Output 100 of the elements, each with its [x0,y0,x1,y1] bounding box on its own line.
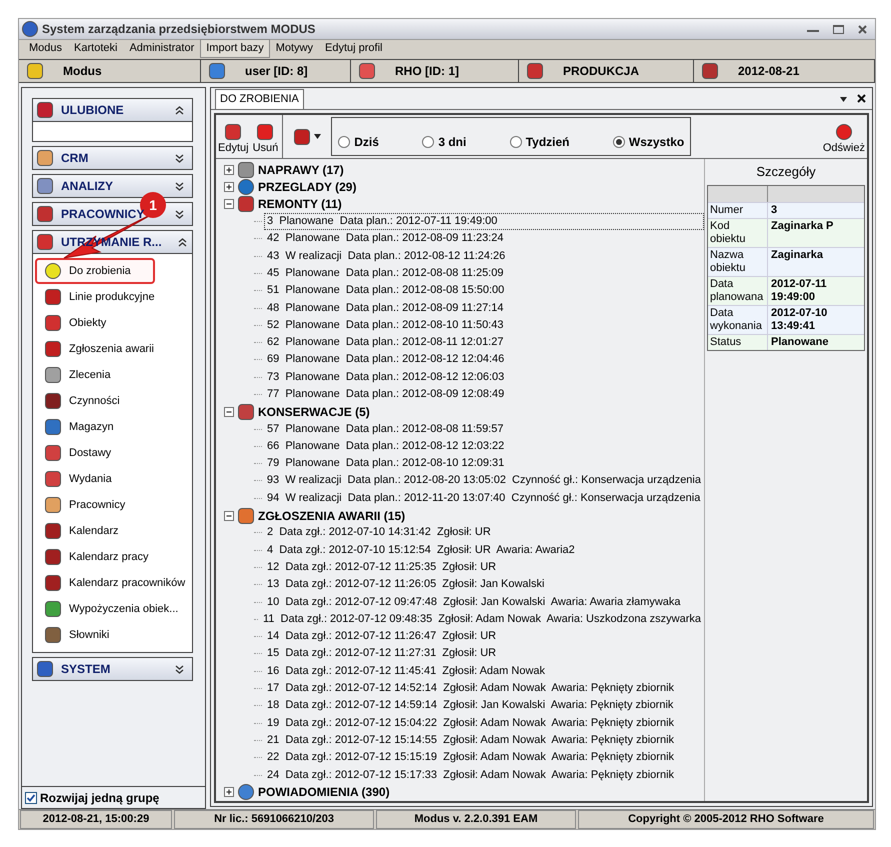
tree-item[interactable]: 19 Data zgł.: 2012-07-12 15:04:22 Zgłosił: Adam Nowak Awaria: Pęknięty zbiornik [264,714,678,732]
expand-icon[interactable] [175,210,184,218]
sidebar-item[interactable]: Magazyn [35,414,190,440]
tree-group[interactable]: PRZEGLADY (29) [258,178,356,196]
sidebar-item[interactable]: Wydania [35,466,190,492]
tree-group[interactable]: NAPRAWY (17) [258,160,344,179]
checkbox[interactable] [25,792,37,804]
sidebar-item[interactable]: Słowniki [35,622,190,648]
tree-item[interactable]: 93 W realizacji Data plan.: 2012-08-20 13:05:02 Czynność gł.: Konserwacja urządzenia [264,472,704,490]
window-title: System zarządzania przedsiębiorstwem MODUS [42,21,316,38]
collapse-toggle[interactable] [224,199,234,210]
delete-button[interactable]: Usuń [250,115,280,158]
status-field: Nr lic.: 5691066210/203 [174,810,374,829]
collapse-icon[interactable] [178,238,187,246]
tree-item[interactable]: 4 Data zgł.: 2012-07-10 15:12:54 Zgłosił: UR Awaria: Awaria2 [264,542,578,559]
menu-item[interactable]: Edytuj profil [319,39,388,58]
tree-group[interactable]: ZGŁOSZENIA AWARII (15) [258,506,406,525]
sidebar-item[interactable]: Zgłoszenia awarii [35,336,190,362]
sidebar-item[interactable]: Kalendarz [35,518,190,544]
sidebar-item[interactable]: Czynności [35,388,190,414]
tree-item[interactable]: 43 W realizacji Data plan.: 2012-08-12 11:24:26 [264,248,508,265]
group-header[interactable]: CRM [32,146,193,170]
detail-value: Zaginarka [770,248,824,262]
tree-item[interactable]: 66 Planowane Data plan.: 2012-08-12 12:03:22 [264,438,508,455]
filter-radio[interactable]: Wszystko [612,133,684,151]
collapse-toggle[interactable] [224,406,234,417]
close-button[interactable] [858,24,867,34]
tab[interactable]: DO ZROBIENIA [215,89,304,109]
expand-toggle[interactable] [224,164,234,175]
menu-item[interactable]: Administrator [123,39,200,58]
status-field: Modus v. 2.2.0.391 EAM [376,810,576,829]
tree-item[interactable]: 24 Data zgł.: 2012-07-12 15:17:33 Zgłosił: Adam Nowak Awaria: Pęknięty zbiornik [264,766,678,784]
tree-group[interactable]: KONSERWACJE (5) [258,402,370,421]
filter-radio[interactable]: Dziś [338,133,379,151]
detail-value: Planowane [770,334,830,350]
tree-item[interactable]: 13 Data zgł.: 2012-07-12 11:26:05 Zgłosił: Jan Kowalski [264,576,548,594]
tree-group[interactable]: REMONTY (11) [258,195,342,214]
tree-item[interactable]: 77 Planowane Data plan.: 2012-08-09 12:08:49 [264,386,508,403]
menu-item[interactable]: Kartoteki [68,39,124,58]
tree-item[interactable]: 3 Planowane Data plan.: 2012-07-11 19:49:00 [264,213,704,230]
tree-group[interactable]: POWIADOMIENIA (390) [258,783,390,801]
tree-item[interactable]: 42 Planowane Data plan.: 2012-08-09 11:23:24 [264,230,506,248]
tree-item[interactable]: 16 Data zgł.: 2012-07-12 11:45:41 Zgłosił: Adam Nowak [264,662,548,680]
tree-item[interactable]: 45 Planowane Data plan.: 2012-08-08 11:25:09 [264,264,506,282]
tree-item[interactable]: 79 Planowane Data plan.: 2012-08-10 12:09:31 [264,455,508,472]
expand-icon[interactable] [175,154,184,162]
group-title: CRM [61,150,88,167]
detail-value: Zaginarka P [770,218,834,234]
group-title: ULUBIONE [61,102,124,119]
menu-item[interactable]: Import bazy [200,39,270,58]
maximize-button[interactable] [833,24,844,34]
sidebar-item[interactable]: Pracownicy [35,492,190,518]
menu-item[interactable]: Motywy [270,39,319,58]
tree-item[interactable]: 22 Data zgł.: 2012-07-12 15:15:19 Zgłosił: Adam Nowak Awaria: Pęknięty zbiornik [264,749,678,766]
sidebar-item[interactable]: Do zrobienia [35,258,155,284]
tree-item[interactable]: 69 Planowane Data plan.: 2012-08-12 12:04:46 [264,351,508,368]
sidebar-item[interactable]: Zlecenia [35,362,190,388]
menu-item[interactable]: Modus [23,39,68,58]
tree-item[interactable]: 48 Planowane Data plan.: 2012-08-09 11:27:14 [264,300,506,317]
expand-icon[interactable] [175,182,184,190]
filter-radio[interactable]: 3 dni [422,133,466,151]
tree-item[interactable]: 73 Planowane Data plan.: 2012-08-12 12:06:03 [264,368,508,386]
status-field: 2012-08-21, 15:00:29 [20,810,172,829]
tree-item[interactable]: 2 Data zgł.: 2012-07-10 14:31:42 Zgłosił: UR [264,524,494,542]
sidebar-item[interactable]: Kalendarz pracowników [35,570,190,596]
details-title: Szczegóły [755,163,817,181]
sidebar-item[interactable]: Obiekty [35,310,190,336]
collapse-icon[interactable] [175,106,184,114]
expand-toggle[interactable] [224,787,234,798]
tree-item[interactable]: 11 Data zgł.: 2012-07-12 09:48:35 Zgłosił: Adam Nowak Awaria: Uszkodzona zszywarka [260,610,704,628]
tree-item[interactable]: 52 Planowane Data plan.: 2012-08-10 11:50:43 [264,316,506,334]
collapse-toggle[interactable] [224,510,234,521]
sidebar-item[interactable]: Linie produkcyjne [35,284,190,310]
tree-item[interactable]: 10 Data zgł.: 2012-07-12 09:47:48 Zgłosił: Jan Kowalski Awaria: Awaria złamywaka [264,594,684,611]
tree-item[interactable]: 12 Data zgł.: 2012-07-12 11:25:35 Zgłosił: UR [264,558,500,576]
group-header[interactable]: ANALIZY [32,174,193,198]
dropdown-icon[interactable] [840,97,847,102]
expand-toggle[interactable] [224,182,234,192]
close-icon[interactable] [857,94,866,103]
tree-item[interactable]: 21 Data zgł.: 2012-07-12 15:14:55 Zgłosił: Adam Nowak Awaria: Pęknięty zbiornik [264,732,678,749]
sidebar-item[interactable]: Dostawy [35,440,190,466]
tree-item[interactable]: 17 Data zgł.: 2012-07-12 14:52:14 Zgłosił: Adam Nowak Awaria: Pęknięty zbiornik [264,680,678,698]
tree-item[interactable]: 62 Planowane Data plan.: 2012-08-11 12:01:27 [264,334,506,352]
detail-label: Status [708,334,768,350]
sidebar-item[interactable]: Kalendarz pracy [35,544,190,570]
tree-item[interactable]: 51 Planowane Data plan.: 2012-08-08 15:50:00 [264,282,508,300]
edit-button[interactable]: Edytuj [216,115,251,158]
filter-radio[interactable]: Tydzień [510,133,570,151]
group-header[interactable]: SYSTEM [32,657,193,681]
tree-item[interactable]: 14 Data zgł.: 2012-07-12 11:26:47 Zgłosił: UR [264,628,500,646]
expand-icon[interactable] [175,664,184,674]
tree-item[interactable]: 18 Data zgł.: 2012-07-12 14:59:14 Zgłosił: Jan Kowalski Awaria: Pęknięty zbiornik [264,697,676,714]
refresh-button[interactable]: Odśwież [822,115,867,158]
group-header[interactable]: ULUBIONE [32,98,193,122]
tree-item[interactable]: 94 W realizacji Data plan.: 2012-11-20 13:07:40 Czynność gł.: Konserwacja urządzenia [264,490,704,507]
tree-item[interactable]: 15 Data zgł.: 2012-07-12 11:27:31 Zgłosił: UR [264,645,500,662]
tree-item[interactable]: 57 Planowane Data plan.: 2012-08-08 11:59:57 [264,420,506,438]
caret-icon[interactable] [314,134,321,139]
detail-value: 2012-07-11 19:49:00 [770,276,828,304]
sidebar-item[interactable]: Wypożyczenia obiek... [35,596,190,622]
